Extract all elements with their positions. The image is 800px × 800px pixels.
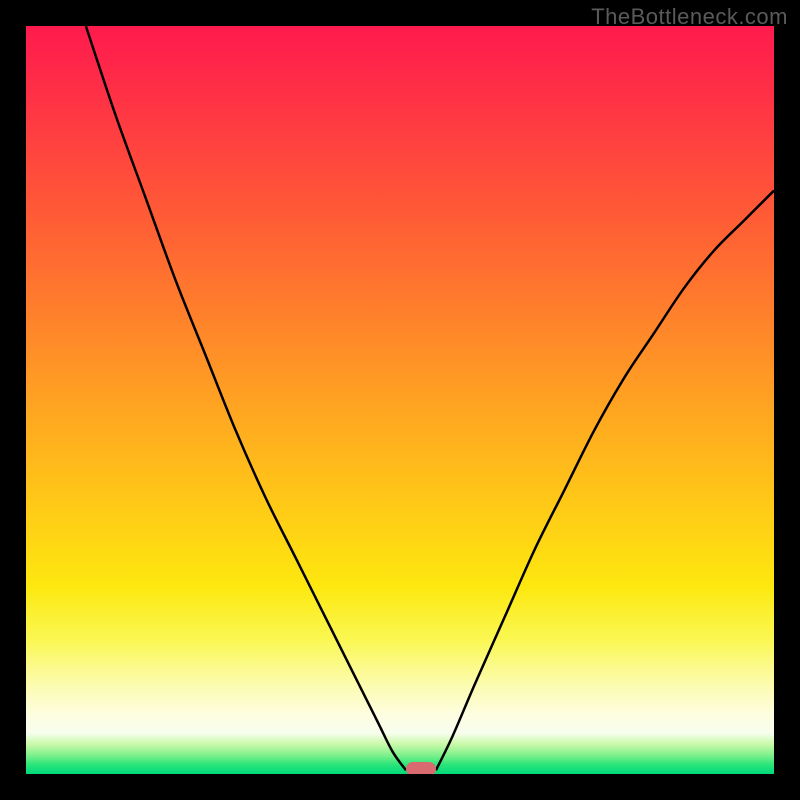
bottleneck-curve [26, 26, 774, 774]
optimal-marker [406, 762, 436, 774]
curve-right-branch [436, 191, 774, 771]
watermark-text: TheBottleneck.com [591, 4, 788, 30]
chart-frame: TheBottleneck.com [0, 0, 800, 800]
plot-area [26, 26, 774, 774]
curve-left-branch [86, 26, 406, 770]
